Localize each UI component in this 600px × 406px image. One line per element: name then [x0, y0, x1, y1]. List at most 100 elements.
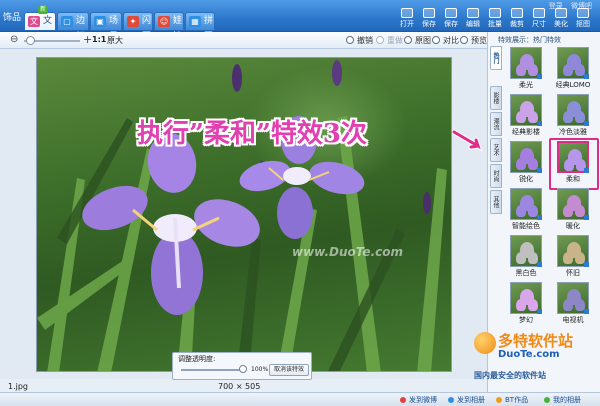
- compare-icon: [432, 36, 440, 44]
- zoom-ratio[interactable]: 1:1: [92, 35, 106, 44]
- beautify-button[interactable]: 美化: [550, 8, 572, 30]
- my-album-icon: [544, 397, 550, 403]
- download-corner-icon: [537, 309, 542, 314]
- side-tab-art[interactable]: 艺术: [490, 138, 502, 162]
- weibo-icon: [400, 397, 406, 403]
- save-as-icon: [445, 8, 457, 18]
- effect-label: 冷色淡雅: [559, 128, 587, 136]
- photo-canvas[interactable]: 执行”柔和”特效3次 www.DuoTe.com: [36, 57, 452, 372]
- pointer-arrow-icon: [452, 129, 483, 152]
- save-icon: [423, 8, 435, 18]
- opacity-title: 调整透明度:: [178, 355, 216, 363]
- folder-icon: [401, 8, 413, 18]
- effect-label: 怀旧: [566, 269, 580, 277]
- effect-label: 经典LOMO: [555, 81, 591, 89]
- download-corner-icon: [584, 215, 589, 220]
- zoom-out-icon[interactable]: ⊖: [10, 34, 18, 45]
- compare-button[interactable]: 对比: [432, 35, 459, 46]
- my-album-link[interactable]: 我的相册: [544, 395, 581, 405]
- logo-slogan: 国内最安全的软件站: [474, 371, 546, 380]
- side-tab-other[interactable]: 其他: [490, 190, 502, 214]
- side-tab-trend[interactable]: 潮流: [490, 112, 502, 136]
- effect-item[interactable]: 智能绘色: [504, 188, 548, 232]
- download-corner-icon: [584, 309, 589, 314]
- nav-tab-scene[interactable]: ▣ 场景: [90, 12, 122, 42]
- effect-item[interactable]: 柔光: [504, 47, 548, 91]
- effect-item[interactable]: 暖化: [551, 188, 595, 232]
- preview-button[interactable]: 预览: [460, 35, 487, 46]
- opacity-slider-handle[interactable]: [239, 365, 247, 373]
- redo-icon: [376, 36, 384, 44]
- side-tab-studio[interactable]: 影楼: [490, 86, 502, 110]
- frame-icon: ▢: [61, 16, 73, 27]
- edit-toolbar: ⊖ + 1:1 原大 撤销 重做 原图 对比 预览: [0, 32, 490, 49]
- effect-label: 锐化: [519, 175, 533, 183]
- zoom-in-icon[interactable]: +: [83, 33, 92, 46]
- effect-item[interactable]: 电视机: [551, 282, 595, 326]
- effect-item[interactable]: 锐化: [504, 141, 548, 185]
- batch-button[interactable]: 批量: [484, 8, 506, 30]
- nav-tab-frame[interactable]: ▢ 边框: [57, 12, 89, 42]
- side-tab-fashion[interactable]: 时尚: [490, 164, 502, 188]
- file-name: 1.jpg: [8, 382, 29, 391]
- download-corner-icon: [584, 121, 589, 126]
- original-icon: [404, 36, 412, 44]
- effect-label: 暖化: [566, 222, 580, 230]
- crop-icon: [511, 8, 523, 18]
- effect-item[interactable]: 冷色淡雅: [551, 94, 595, 138]
- preview-icon: [460, 36, 468, 44]
- nav-tab-text[interactable]: 文 新 文字: [24, 6, 56, 42]
- effect-item[interactable]: 梦幻: [504, 282, 548, 326]
- open-button[interactable]: 打开: [396, 8, 418, 30]
- text-icon: 文: [28, 16, 40, 27]
- cutout-button[interactable]: 抠图: [572, 8, 594, 30]
- download-corner-icon: [537, 74, 542, 79]
- works-icon: [496, 397, 502, 403]
- effect-item[interactable]: 黑白色: [504, 235, 548, 279]
- effect-item[interactable]: 柔和: [549, 138, 599, 190]
- side-tab-hot[interactable]: 热门: [490, 46, 502, 70]
- save-button[interactable]: 保存: [418, 8, 440, 30]
- cutout-icon: [577, 8, 589, 18]
- share-weibo-link[interactable]: 发到微博: [400, 395, 437, 405]
- share-album-link[interactable]: 发到相册: [448, 395, 485, 405]
- effect-label: 电视机: [562, 316, 584, 324]
- opacity-slider[interactable]: [181, 369, 241, 371]
- new-badge: 新: [38, 6, 48, 14]
- redo-button[interactable]: 重做: [376, 35, 403, 46]
- undo-button[interactable]: 撤销: [346, 35, 373, 46]
- zoom-original-label[interactable]: 原大: [107, 35, 123, 46]
- batch-icon: [489, 8, 501, 18]
- effect-caption: 执行”柔和”特效3次: [137, 119, 368, 149]
- download-corner-icon: [537, 168, 542, 173]
- photo-watermark: www.DuoTe.com: [292, 245, 403, 259]
- bt-works-link[interactable]: BT作品: [496, 395, 528, 405]
- effect-item[interactable]: 经典LOMO: [551, 47, 595, 91]
- edit-button[interactable]: 编辑: [462, 8, 484, 30]
- size-button[interactable]: 尺寸: [528, 8, 550, 30]
- crop-button[interactable]: 裁剪: [506, 8, 528, 30]
- opacity-value: 100%: [251, 366, 269, 373]
- flash-icon: ✦: [127, 16, 139, 27]
- effect-item[interactable]: 怀旧: [551, 235, 595, 279]
- nav-tab-flash[interactable]: ✦ 闪图: [123, 12, 153, 42]
- nav-tab-doll[interactable]: ☺ 娃娃: [154, 12, 184, 42]
- effect-label: 经典影楼: [512, 128, 540, 136]
- cancel-effect-button[interactable]: 取消该特效: [269, 364, 309, 376]
- original-button[interactable]: 原图: [404, 35, 431, 46]
- zoom-slider-handle[interactable]: [26, 36, 35, 45]
- download-corner-icon: [584, 74, 589, 79]
- site-logo: 多特软件站 DuoTe.com 国内最安全的软件站: [474, 330, 600, 380]
- effect-label: 柔和: [566, 175, 580, 183]
- effect-item[interactable]: 经典影楼: [504, 94, 548, 138]
- nav-tab-puzzle[interactable]: ▦ 拼图: [185, 12, 215, 42]
- opacity-panel: 调整透明度: 100% 取消该特效: [172, 352, 312, 380]
- save-as-button[interactable]: 保存: [440, 8, 462, 30]
- top-bar: 饰品 文 新 文字 ▢ 边框 ▣ 场景 ✦ 闪图 ☺ 娃娃 ▦ 拼图 登录 微博…: [0, 0, 600, 42]
- download-corner-icon: [584, 168, 589, 173]
- brand-label: 饰品: [2, 13, 21, 23]
- download-corner-icon: [537, 262, 542, 267]
- doll-icon: ☺: [158, 16, 170, 27]
- effect-label: 梦幻: [519, 316, 533, 324]
- effect-label: 黑白色: [515, 269, 537, 277]
